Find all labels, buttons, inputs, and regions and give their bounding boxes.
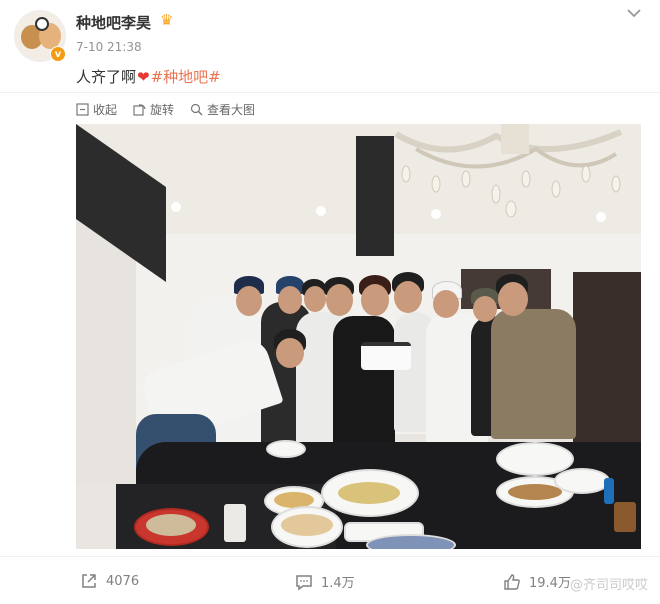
photo-chandelier	[394, 124, 623, 218]
person-9	[491, 309, 576, 439]
dish-food	[146, 514, 196, 536]
person-9-head	[498, 282, 528, 316]
header-divider	[0, 92, 660, 93]
avatar-character	[35, 17, 49, 31]
person-1-head	[236, 286, 262, 316]
thumbs-up-icon	[504, 573, 520, 590]
photo-cake	[361, 342, 411, 370]
dish-small-bowl	[266, 440, 306, 458]
dish-food	[508, 484, 562, 500]
ceiling-light	[431, 209, 441, 219]
person-5-head	[361, 284, 389, 316]
person-3-head	[304, 286, 326, 312]
share-button[interactable]: 4076	[80, 572, 139, 590]
dish-blue-plate	[366, 534, 456, 549]
dish-soup-food	[338, 482, 400, 504]
footer-divider	[0, 556, 660, 557]
person-7-head	[433, 290, 459, 318]
collapse-icon	[76, 103, 89, 116]
comment-icon	[296, 574, 312, 590]
photo-door	[573, 272, 641, 442]
like-button[interactable]: 19.4万	[503, 572, 571, 591]
drink-bottle	[604, 478, 614, 504]
collapse-label: 收起	[93, 103, 118, 117]
post-text-body: 人齐了啊	[76, 68, 137, 86]
dish-food	[281, 514, 333, 536]
username[interactable]: 种地吧李昊	[76, 12, 151, 33]
image-toolbar: 收起 旋转 查看大图	[76, 101, 255, 118]
view-large-label: 查看大图	[207, 103, 256, 117]
verified-badge-icon: v	[50, 46, 66, 62]
ceiling-light	[596, 212, 606, 222]
weibo-post: v 种地吧李昊 ♛ 7-10 21:38 人齐了啊❤#种地吧# 收起 旋转 查看…	[0, 0, 660, 604]
share-icon	[82, 574, 96, 588]
post-timestamp[interactable]: 7-10 21:38	[76, 40, 142, 54]
post-text: 人齐了啊❤#种地吧#	[76, 66, 221, 87]
rotate-button[interactable]: 旋转	[133, 101, 174, 118]
view-large-button[interactable]: 查看大图	[190, 101, 255, 118]
person-6-head	[394, 281, 422, 313]
rotate-icon	[133, 104, 146, 116]
ceiling-light	[316, 206, 326, 216]
dish-plate	[554, 468, 610, 494]
heart-emoji-icon: ❤	[137, 68, 150, 86]
share-count: 4076	[106, 573, 140, 589]
post-photo[interactable]	[76, 124, 641, 549]
person-5	[333, 316, 395, 456]
like-count: 19.4万	[529, 576, 571, 591]
watermark: @齐司司哎哎	[569, 578, 648, 593]
comment-count: 1.4万	[321, 576, 355, 591]
chevron-down-icon[interactable]	[626, 6, 642, 20]
collapse-button[interactable]: 收起	[76, 101, 117, 118]
person-front-head	[276, 338, 304, 368]
zoom-icon	[190, 103, 203, 116]
hashtag-link[interactable]: #种地吧#	[151, 68, 221, 86]
rotate-label: 旋转	[150, 103, 175, 117]
person-4-head	[326, 284, 353, 316]
drink-glass	[614, 502, 636, 532]
crown-icon: ♛	[160, 11, 174, 29]
comment-button[interactable]: 1.4万	[295, 572, 355, 591]
ceiling-light	[171, 202, 181, 212]
drink-cup	[224, 504, 246, 542]
person-2-head	[278, 286, 302, 314]
